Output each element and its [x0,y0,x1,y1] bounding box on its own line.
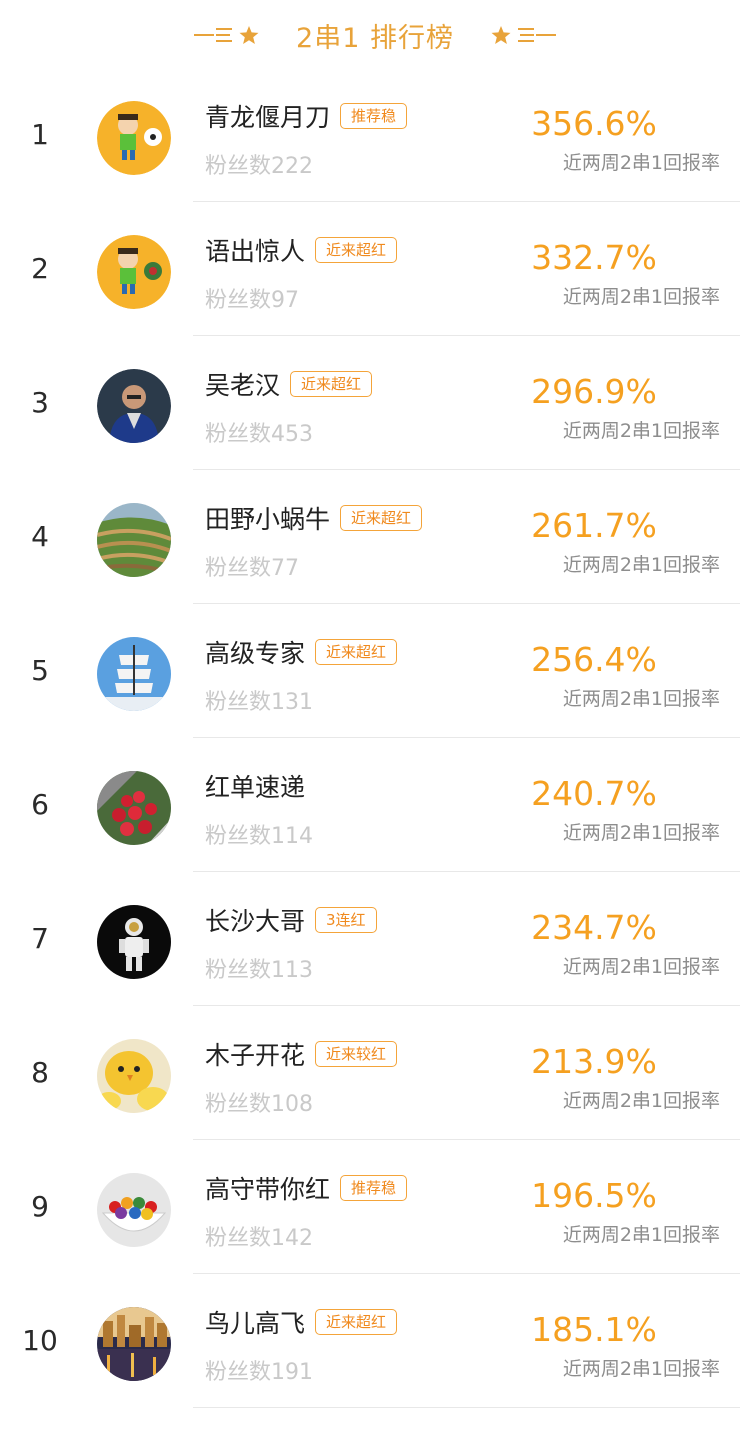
fan-count: 粉丝数453 [205,422,313,447]
user-name: 长沙大哥 [205,907,306,936]
rank-number: 10 [22,1324,58,1357]
status-badge: 近来超红 [340,505,423,531]
user-name: 高守带你红 [205,1175,331,1204]
return-rate-label: 近两周2串1回报率 [562,554,720,576]
ranking-row[interactable]: 9 高守带你红 推荐稳 粉丝数142 196.5% 近两周2串1回报率 [0,1140,750,1274]
user-name: 吴老汉 [205,371,281,400]
ranking-row[interactable]: 2 语出惊人 近来超红 粉丝数97 332.7% 近两周2串1回报率 [0,202,750,336]
yellow-chick-avatar[interactable] [97,1039,171,1113]
return-rate: 234.7% [531,908,657,947]
sailing-ship-avatar[interactable] [97,637,171,711]
divider [193,1407,740,1408]
fan-count: 粉丝数131 [205,690,313,715]
terraced-fields-avatar[interactable] [97,503,171,577]
fan-count: 粉丝数191 [205,1360,313,1385]
user-name: 语出惊人 [205,237,306,266]
ranking-row[interactable]: 7 长沙大哥 3连红 粉丝数113 234.7% 近两周2串1回报率 [0,872,750,1006]
return-rate: 196.5% [531,1176,657,1215]
user-name: 木子开花 [205,1041,306,1070]
user-name: 青龙偃月刀 [205,103,331,132]
ranking-list: 1 青龙偃月刀 推荐稳 粉丝数222 356.6% 近两周2串1回报率 2 语出… [0,68,750,1408]
user-name: 红单速递 [205,773,306,802]
ranking-row[interactable]: 6 红单速递 粉丝数114 240.7% 近两周2串1回报率 [0,738,750,872]
rank-number: 3 [31,386,49,419]
return-rate: 261.7% [531,506,657,545]
page-title: 2串1 排行榜 [296,22,454,54]
right-star-decoration-icon [488,24,556,46]
fan-count: 粉丝数108 [205,1092,313,1117]
red-flowers-avatar[interactable] [97,771,171,845]
rank-number: 2 [31,252,49,285]
candy-bowl-avatar[interactable] [97,1173,171,1247]
return-rate-label: 近两周2串1回报率 [562,956,720,978]
fan-count: 粉丝数142 [205,1226,313,1251]
user-name: 田野小蜗牛 [205,505,331,534]
user-name: 高级专家 [205,639,306,668]
cartoon-soccer-player-avatar[interactable] [97,235,171,309]
left-star-decoration-icon [194,24,262,46]
city-lights-avatar[interactable] [97,1307,171,1381]
return-rate: 240.7% [531,774,657,813]
ranking-row[interactable]: 5 高级专家 近来超红 粉丝数131 256.4% 近两周2串1回报率 [0,604,750,738]
ranking-row[interactable]: 4 田野小蜗牛 近来超红 粉丝数77 261.7% 近两周2串1回报率 [0,470,750,604]
rank-number: 8 [31,1056,49,1089]
fan-count: 粉丝数77 [205,556,299,581]
user-name: 鸟儿高飞 [205,1309,306,1338]
fan-count: 粉丝数97 [205,288,299,313]
status-badge: 近来超红 [315,639,398,665]
ranking-header: 2串1 排行榜 [0,0,750,70]
return-rate-label: 近两周2串1回报率 [562,420,720,442]
rank-number: 9 [31,1190,49,1223]
cartoon-soccer-player-avatar[interactable] [97,101,171,175]
ranking-row[interactable]: 3 吴老汉 近来超红 粉丝数453 296.9% 近两周2串1回报率 [0,336,750,470]
return-rate-label: 近两周2串1回报率 [562,286,720,308]
status-badge: 推荐稳 [340,103,408,129]
status-badge: 推荐稳 [340,1175,408,1201]
ranking-row[interactable]: 8 木子开花 近来较红 粉丝数108 213.9% 近两周2串1回报率 [0,1006,750,1140]
rank-number: 5 [31,654,49,687]
return-rate: 185.1% [531,1310,657,1349]
return-rate: 356.6% [531,104,657,143]
rank-number: 6 [31,788,49,821]
status-badge: 近来超红 [315,237,398,263]
rank-number: 7 [31,922,49,955]
return-rate: 296.9% [531,372,657,411]
astronaut-avatar[interactable] [97,905,171,979]
return-rate: 213.9% [531,1042,657,1081]
person-photo-avatar[interactable] [97,369,171,443]
return-rate: 256.4% [531,640,657,679]
ranking-row[interactable]: 1 青龙偃月刀 推荐稳 粉丝数222 356.6% 近两周2串1回报率 [0,68,750,202]
return-rate-label: 近两周2串1回报率 [562,822,720,844]
status-badge: 近来超红 [290,371,373,397]
return-rate-label: 近两周2串1回报率 [562,152,720,174]
return-rate-label: 近两周2串1回报率 [562,1358,720,1380]
status-badge: 近来较红 [315,1041,398,1067]
status-badge: 近来超红 [315,1309,398,1335]
fan-count: 粉丝数114 [205,824,313,849]
fan-count: 粉丝数113 [205,958,313,983]
status-badge: 3连红 [315,907,377,933]
return-rate-label: 近两周2串1回报率 [562,1224,720,1246]
return-rate: 332.7% [531,238,657,277]
return-rate-label: 近两周2串1回报率 [562,688,720,710]
fan-count: 粉丝数222 [205,154,313,179]
return-rate-label: 近两周2串1回报率 [562,1090,720,1112]
ranking-row[interactable]: 10 鸟儿高飞 近来超红 粉丝数191 185.1% 近两周2串1回报率 [0,1274,750,1408]
rank-number: 4 [31,520,49,553]
rank-number: 1 [31,118,49,151]
